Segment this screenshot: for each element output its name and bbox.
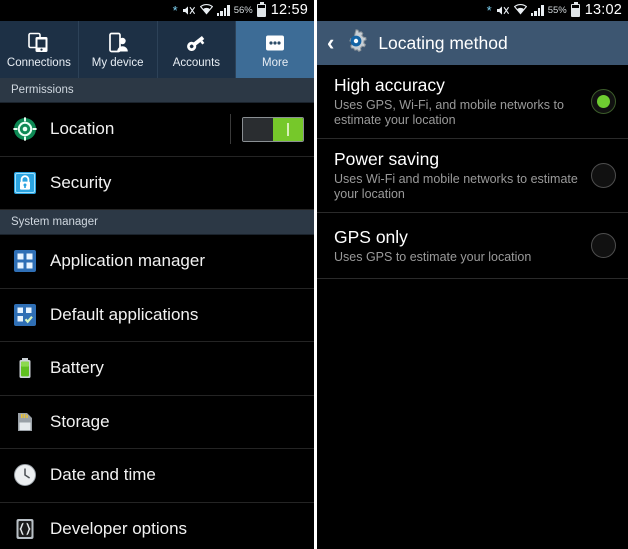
option-high-accuracy-texts: High accuracy Uses GPS, Wi-Fi, and mobil…	[334, 74, 591, 128]
default-applications-icon	[11, 301, 39, 329]
toggle-divider	[230, 114, 231, 145]
settings-row-developer-options[interactable]: Developer options	[0, 502, 314, 549]
option-gps-only-texts: GPS only Uses GPS to estimate your locat…	[334, 226, 591, 265]
option-gps-only-title: GPS only	[334, 226, 408, 247]
settings-row-battery-label: Battery	[50, 358, 104, 378]
developer-braces-icon	[11, 515, 39, 543]
status-bar-right: * 55% 13:02	[317, 0, 628, 21]
security-lock-icon	[11, 169, 39, 197]
toggle-on-half	[273, 117, 303, 141]
tab-my-device-label: My device	[91, 56, 144, 69]
radio-high-accuracy[interactable]	[591, 88, 616, 114]
section-header-permissions-label: Permissions	[11, 84, 74, 96]
tab-my-device[interactable]: My device	[79, 21, 158, 78]
settings-row-date-and-time[interactable]: Date and time	[0, 449, 314, 503]
sound-muted-icon	[182, 4, 196, 17]
cellular-signal-icon	[530, 5, 544, 16]
tab-connections-label: Connections	[6, 56, 71, 69]
settings-row-application-manager-label: Application manager	[50, 251, 205, 271]
section-header-system-manager-label: System manager	[11, 216, 98, 228]
battery-icon	[256, 2, 266, 17]
cellular-signal-icon	[216, 5, 230, 16]
tab-connections[interactable]: Connections	[0, 21, 79, 78]
page-title: Locating method	[378, 33, 508, 53]
accounts-icon	[184, 31, 208, 55]
connections-icon	[27, 31, 51, 55]
settings-gear-icon	[343, 28, 369, 59]
battery-percent-label: 55%	[547, 4, 567, 16]
clock-icon	[11, 461, 39, 489]
settings-row-developer-options-label: Developer options	[50, 518, 188, 538]
settings-row-battery[interactable]: Battery	[0, 342, 314, 396]
tab-accounts[interactable]: Accounts	[158, 21, 237, 78]
battery-percent-label: 56%	[233, 4, 253, 16]
option-high-accuracy[interactable]: High accuracy Uses GPS, Wi-Fi, and mobil…	[317, 65, 628, 139]
left-phone-screen: * 56% 12:59 Connections My device Accoun…	[0, 0, 314, 549]
dual-screenshot-container: * 56% 12:59 Connections My device Accoun…	[0, 0, 628, 549]
sound-muted-icon	[496, 4, 510, 17]
bluetooth-icon: *	[172, 3, 178, 18]
radio-gps-only[interactable]	[591, 232, 616, 258]
section-header-permissions: Permissions	[0, 78, 314, 103]
option-power-saving-title: Power saving	[334, 149, 440, 169]
tab-more-label: More	[262, 56, 289, 69]
status-icons-left: * 56%	[172, 2, 266, 18]
settings-row-application-manager[interactable]: Application manager	[0, 235, 314, 289]
more-dots-icon	[263, 31, 287, 55]
battery-settings-icon	[11, 354, 39, 382]
radio-power-saving[interactable]	[591, 162, 616, 188]
settings-row-storage[interactable]: Storage	[0, 395, 314, 449]
settings-row-security-label: Security	[50, 172, 112, 192]
tab-more[interactable]: More	[236, 21, 314, 78]
toggle-off-half	[243, 117, 273, 141]
status-clock-left: 12:59	[270, 2, 308, 18]
settings-row-storage-label: Storage	[50, 411, 110, 431]
battery-icon	[570, 2, 580, 17]
wifi-icon	[199, 4, 213, 17]
option-power-saving-desc: Uses Wi-Fi and mobile networks to estima…	[334, 172, 578, 201]
option-gps-only-desc: Uses GPS to estimate your location	[334, 249, 532, 264]
locating-method-titlebar: ‹ Locating method	[317, 21, 628, 65]
option-high-accuracy-title: High accuracy	[334, 75, 445, 95]
option-power-saving[interactable]: Power saving Uses Wi-Fi and mobile netwo…	[317, 139, 628, 213]
back-chevron-icon[interactable]: ‹	[327, 32, 334, 54]
settings-row-location[interactable]: Location	[0, 103, 314, 157]
application-manager-icon	[11, 247, 39, 275]
settings-row-default-applications[interactable]: Default applications	[0, 288, 314, 342]
option-gps-only[interactable]: GPS only Uses GPS to estimate your locat…	[317, 213, 628, 279]
status-bar-left: * 56% 12:59	[0, 0, 314, 21]
tab-accounts-label: Accounts	[172, 56, 221, 69]
wifi-icon	[513, 4, 527, 17]
settings-row-date-and-time-label: Date and time	[50, 465, 156, 485]
option-high-accuracy-desc: Uses GPS, Wi-Fi, and mobile networks to …	[334, 98, 564, 127]
status-clock-right: 13:02	[584, 2, 622, 18]
option-power-saving-texts: Power saving Uses Wi-Fi and mobile netwo…	[334, 148, 591, 202]
settings-row-default-applications-label: Default applications	[50, 304, 199, 324]
my-device-icon	[106, 31, 130, 55]
location-toggle-switch[interactable]	[242, 116, 304, 142]
settings-tab-bar: Connections My device Accounts More	[0, 21, 314, 78]
bluetooth-icon: *	[486, 3, 492, 18]
section-header-system-manager: System manager	[0, 210, 314, 235]
storage-sdcard-icon	[11, 408, 39, 436]
right-phone-screen: * 55% 13:02 ‹ Locating method High accur…	[314, 0, 628, 549]
status-icons-right: * 55%	[486, 2, 580, 18]
settings-row-location-label: Location	[50, 119, 115, 139]
settings-row-security[interactable]: Security	[0, 156, 314, 210]
location-target-icon	[11, 115, 39, 143]
locating-method-options-list: High accuracy Uses GPS, Wi-Fi, and mobil…	[317, 65, 628, 279]
location-toggle-wrap	[230, 103, 304, 156]
